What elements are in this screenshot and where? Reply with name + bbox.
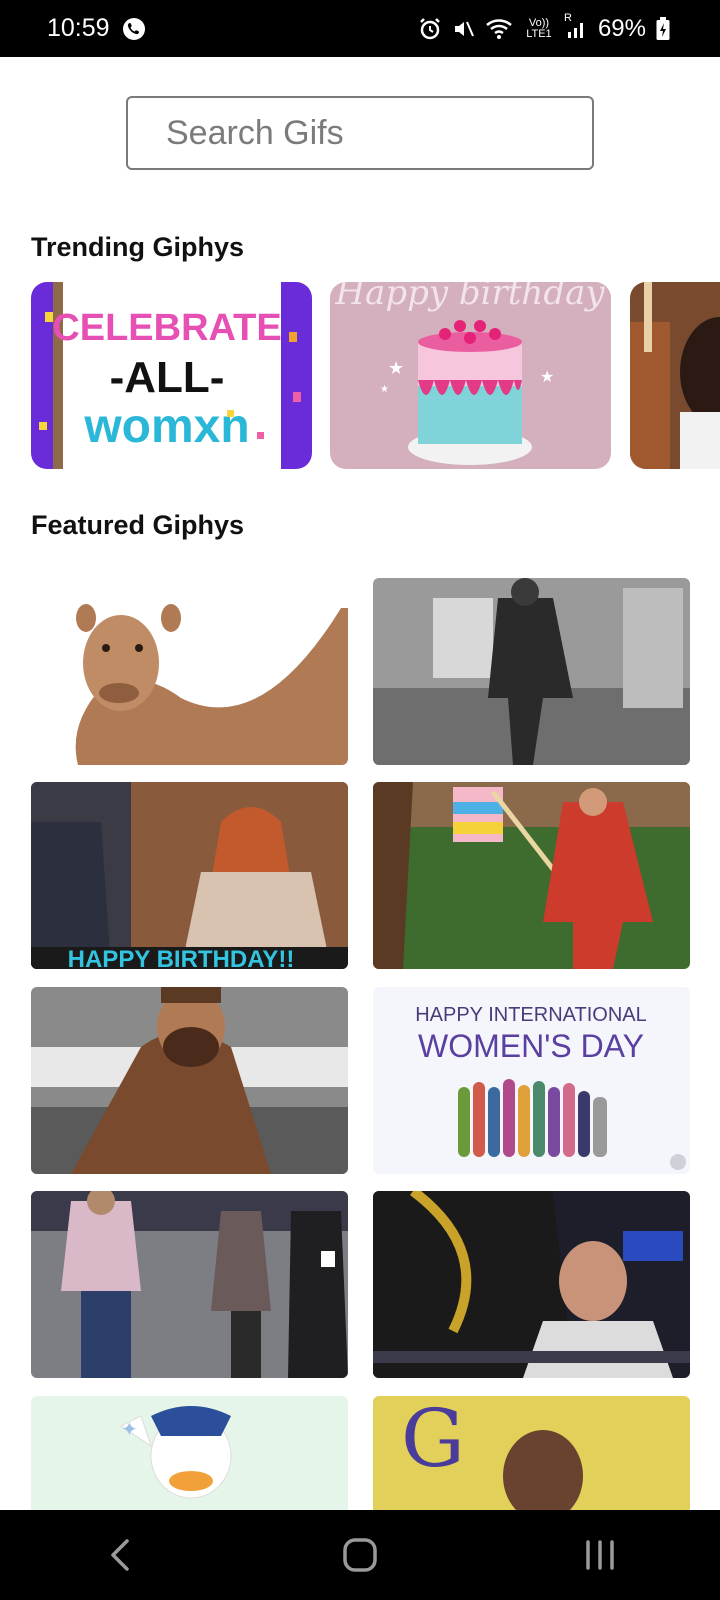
featured-gif[interactable] bbox=[31, 578, 348, 765]
battery-icon bbox=[656, 16, 670, 41]
featured-gif[interactable]: HAPPY INTERNATIONAL WOMEN'S DAY bbox=[373, 987, 690, 1174]
gif-caption-line-2: WOMEN'S DAY bbox=[418, 1028, 644, 1064]
alarm-icon bbox=[418, 17, 442, 41]
mute-icon bbox=[452, 17, 476, 41]
volte-label: Vo)) LTE1 bbox=[526, 16, 552, 40]
back-button[interactable] bbox=[90, 1525, 150, 1585]
card-text-line-2: -ALL- bbox=[110, 353, 225, 402]
gif-caption: HAPPY BIRTHDAY!! bbox=[68, 946, 295, 969]
recents-button[interactable] bbox=[570, 1525, 630, 1585]
home-button[interactable] bbox=[330, 1525, 390, 1585]
gif-image: Happy birthday ★ ★ ★ bbox=[330, 282, 611, 469]
gif-image bbox=[31, 1191, 348, 1378]
status-left: 10:59 bbox=[47, 14, 146, 43]
recents-icon bbox=[586, 1540, 614, 1570]
svg-text:★: ★ bbox=[540, 367, 554, 386]
trending-gif-card[interactable]: CELEBRATE -ALL- womxn bbox=[31, 282, 312, 469]
card-text-line-1: Happy birthday bbox=[334, 282, 605, 313]
phone-call-icon bbox=[122, 17, 146, 41]
svg-text:✦: ✦ bbox=[121, 1417, 138, 1441]
gif-image bbox=[630, 282, 720, 469]
card-text-line-1: CELEBRATE bbox=[52, 307, 281, 349]
featured-title: Featured Giphys bbox=[31, 510, 245, 540]
featured-gif[interactable] bbox=[31, 1191, 348, 1378]
home-icon bbox=[343, 1538, 377, 1572]
trending-gif-card[interactable] bbox=[630, 282, 720, 469]
featured-gif[interactable] bbox=[373, 782, 690, 969]
status-bar: 10:59 Vo)) LTE1 R 69% bbox=[0, 0, 720, 57]
gif-image bbox=[31, 578, 348, 765]
gif-image: CELEBRATE -ALL- womxn bbox=[31, 282, 312, 469]
gif-caption: G bbox=[401, 1396, 465, 1485]
trending-title: Trending Giphys bbox=[31, 232, 245, 262]
card-text-line-3: womxn bbox=[83, 400, 249, 453]
wifi-icon bbox=[486, 18, 512, 40]
gif-image bbox=[31, 987, 348, 1174]
search-input[interactable] bbox=[164, 112, 592, 154]
gif-image bbox=[373, 782, 690, 969]
featured-gif[interactable]: HAPPY BIRTHDAY!! bbox=[31, 782, 348, 969]
featured-gif[interactable] bbox=[31, 987, 348, 1174]
volte-icon: Vo)) LTE1 bbox=[522, 16, 556, 40]
gif-image bbox=[373, 578, 690, 765]
battery-percent: 69% bbox=[597, 14, 646, 42]
gif-caption-line-1: HAPPY INTERNATIONAL bbox=[415, 1004, 647, 1026]
featured-gif[interactable] bbox=[373, 578, 690, 765]
signal-icon: R bbox=[564, 12, 588, 40]
search-box[interactable] bbox=[126, 96, 594, 170]
gif-image bbox=[373, 1191, 690, 1378]
svg-text:★: ★ bbox=[380, 384, 389, 395]
featured-gif[interactable] bbox=[373, 1191, 690, 1378]
svg-text:★: ★ bbox=[388, 358, 404, 379]
trending-carousel[interactable]: CELEBRATE -ALL- womxn Happy birthday ★ ★… bbox=[0, 282, 720, 470]
roaming-label: R bbox=[563, 11, 572, 24]
status-right: Vo)) LTE1 R 69% bbox=[418, 12, 670, 43]
gif-image: HAPPY BIRTHDAY!! bbox=[31, 782, 348, 969]
trending-gif-card[interactable]: Happy birthday ★ ★ ★ bbox=[330, 282, 611, 469]
gif-image: HAPPY INTERNATIONAL WOMEN'S DAY bbox=[373, 987, 690, 1174]
status-time: 10:59 bbox=[47, 14, 110, 42]
navigation-bar bbox=[0, 1510, 720, 1600]
back-icon bbox=[111, 1539, 129, 1571]
